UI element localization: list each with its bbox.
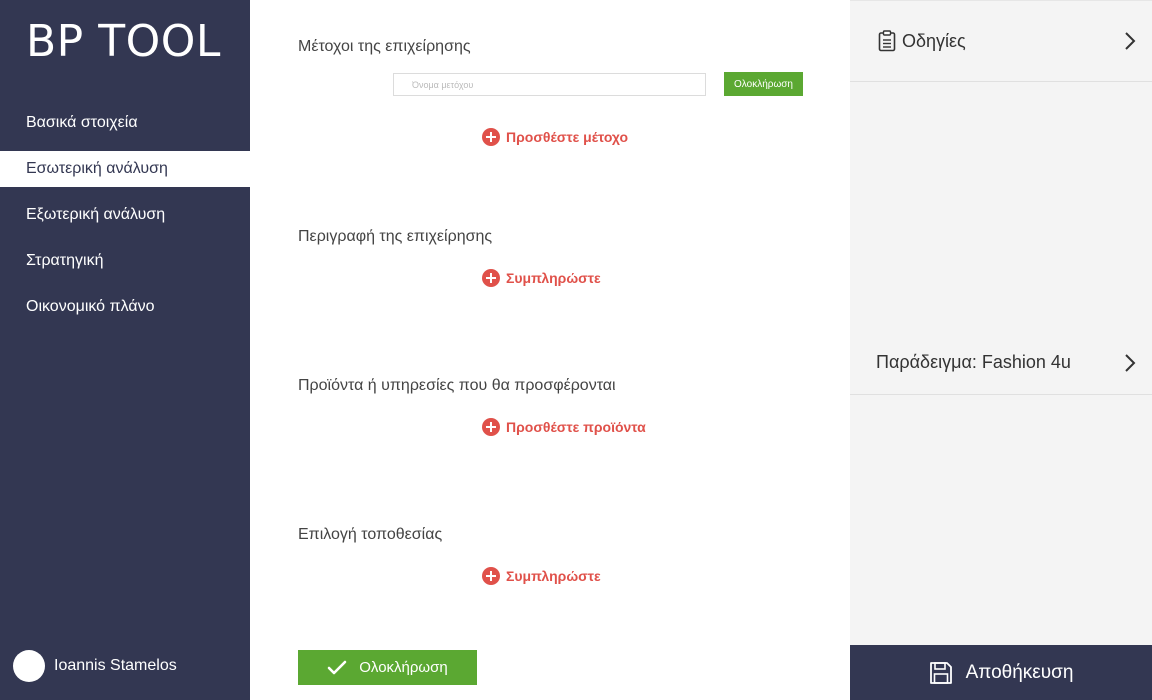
plus-circle-icon [482, 269, 500, 287]
example-row[interactable]: Παράδειγμα: Fashion 4u [850, 331, 1152, 395]
add-shareholder-button[interactable]: Προσθέστε μέτοχο [482, 128, 628, 146]
plus-circle-icon [482, 128, 500, 146]
fill-location-label: Συμπληρώστε [506, 568, 601, 584]
save-label: Αποθήκευση [965, 661, 1074, 683]
complete-button-label: Ολοκλήρωση [359, 659, 448, 676]
plus-circle-icon [482, 567, 500, 585]
user-name: Ioannis Stamelos [54, 657, 177, 674]
sidebar-item-external-analysis[interactable]: Εξωτερική ανάλυση [0, 197, 250, 233]
main-content: Μέτοχοι της επιχείρησης Ολοκλήρωση Προσθ… [250, 0, 850, 700]
right-panel: Οδηγίες Παράδειγμα: Fashion 4u Αποθήκευσ… [850, 0, 1152, 700]
complete-button[interactable]: Ολοκλήρωση [298, 650, 477, 685]
sidebar-item-basic-info[interactable]: Βασικά στοιχεία [0, 105, 250, 141]
sidebar-item-internal-analysis[interactable]: Εσωτερική ανάλυση [0, 151, 250, 187]
check-icon [327, 660, 347, 674]
add-products-button[interactable]: Προσθέστε προϊόντα [482, 418, 646, 436]
shareholder-name-input[interactable] [393, 73, 706, 96]
sidebar-nav: Βασικά στοιχεία Εσωτερική ανάλυση Εξωτερ… [0, 105, 250, 335]
fill-description-button[interactable]: Συμπληρώστε [482, 269, 601, 287]
sidebar: BP TOOL Βασικά στοιχεία Εσωτερική ανάλυσ… [0, 0, 250, 700]
sidebar-item-strategy[interactable]: Στρατηγική [0, 243, 250, 279]
chevron-right-icon [1125, 353, 1136, 372]
clipboard-icon [878, 30, 896, 52]
user-profile[interactable]: Ioannis Stamelos [13, 650, 177, 682]
description-title: Περιγραφή της επιχείρησης [298, 228, 493, 245]
shareholder-done-button[interactable]: Ολοκλήρωση [724, 72, 803, 96]
example-label: Παράδειγμα: Fashion 4u [876, 352, 1071, 372]
instructions-row[interactable]: Οδηγίες [850, 0, 1152, 82]
plus-circle-icon [482, 418, 500, 436]
products-title: Προϊόντα ή υπηρεσίες που θα προσφέρονται [298, 377, 616, 394]
location-title: Επιλογή τοποθεσίας [298, 526, 443, 543]
instructions-label: Οδηγίες [902, 30, 966, 51]
fill-description-label: Συμπληρώστε [506, 270, 601, 286]
add-products-label: Προσθέστε προϊόντα [506, 419, 646, 435]
add-shareholder-label: Προσθέστε μέτοχο [506, 129, 629, 145]
app-title: BP TOOL [26, 16, 221, 67]
save-button[interactable]: Αποθήκευση [850, 645, 1152, 700]
fill-location-button[interactable]: Συμπληρώστε [482, 567, 601, 585]
sidebar-item-financial-plan[interactable]: Οικονομικό πλάνο [0, 289, 250, 325]
chevron-right-icon [1125, 32, 1136, 50]
avatar [13, 650, 45, 682]
floppy-disk-icon [929, 661, 952, 684]
shareholders-title: Μέτοχοι της επιχείρησης [298, 38, 471, 55]
